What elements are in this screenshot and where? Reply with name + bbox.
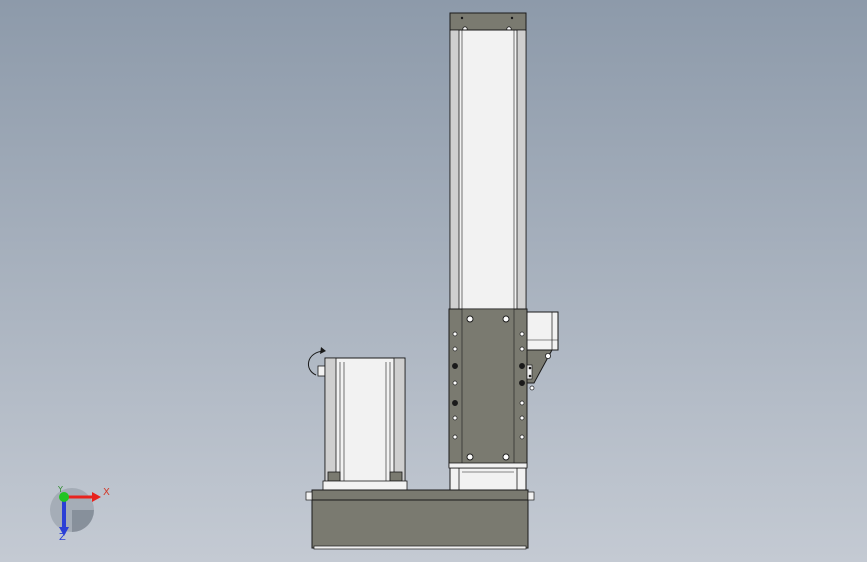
triad-x-label: X [103,487,110,498]
motor-body [324,357,406,489]
base-side-nub-left [305,491,313,501]
base-plate [305,489,535,550]
carriage-hole-right-1 [519,331,525,337]
sensor-screw [545,352,552,359]
carriage-hole-left-6 [452,415,458,421]
carriage-screw-tl [466,315,474,323]
base-plate-top [311,489,529,501]
carriage-hole-right-3 [519,363,525,369]
motor-foot-left [327,471,341,482]
carriage-hole-left-5 [452,400,458,406]
motor-foot-right [389,471,403,482]
top-end-cap [449,12,527,31]
axis-tube-lower [449,467,527,491]
model-view[interactable] [0,0,867,562]
carriage-hole-left-4 [452,380,458,386]
carriage-screw-bl [466,453,474,461]
triad-z-label: Z [59,532,66,543]
carriage-hole-left-2 [452,346,458,352]
graphics-viewport[interactable]: X Y Z [0,0,867,562]
viewport-background [0,0,867,562]
carriage [448,308,528,469]
axis-tube [449,29,527,311]
base-plate-body [311,499,529,549]
carriage-screw-tr [502,315,510,323]
sensor-housing [526,311,559,351]
base-side-nub-right [527,491,535,501]
carriage-hole-left-3 [452,363,458,369]
carriage-center-panel [461,308,515,468]
motor-base-ring [322,480,408,491]
sensor-pin [529,385,535,391]
top-cap-dot-right [510,16,514,20]
tube-right-rail [517,31,525,309]
carriage-screw-br [502,453,510,461]
carriage-hole-left-1 [452,331,458,337]
tube-left-rail [451,31,459,309]
carriage-hole-right-7 [519,434,525,440]
base-plate-bottom-lip [313,545,527,550]
carriage-hole-right-2 [519,346,525,352]
carriage-hole-right-4 [519,380,525,386]
triad-y-label: Y [58,485,63,494]
top-cap-dot-left [460,16,464,20]
carriage-hole-left-7 [452,434,458,440]
carriage-hole-right-6 [519,415,525,421]
carriage-hole-right-5 [519,400,525,406]
carriage-bottom-strip [448,462,528,469]
